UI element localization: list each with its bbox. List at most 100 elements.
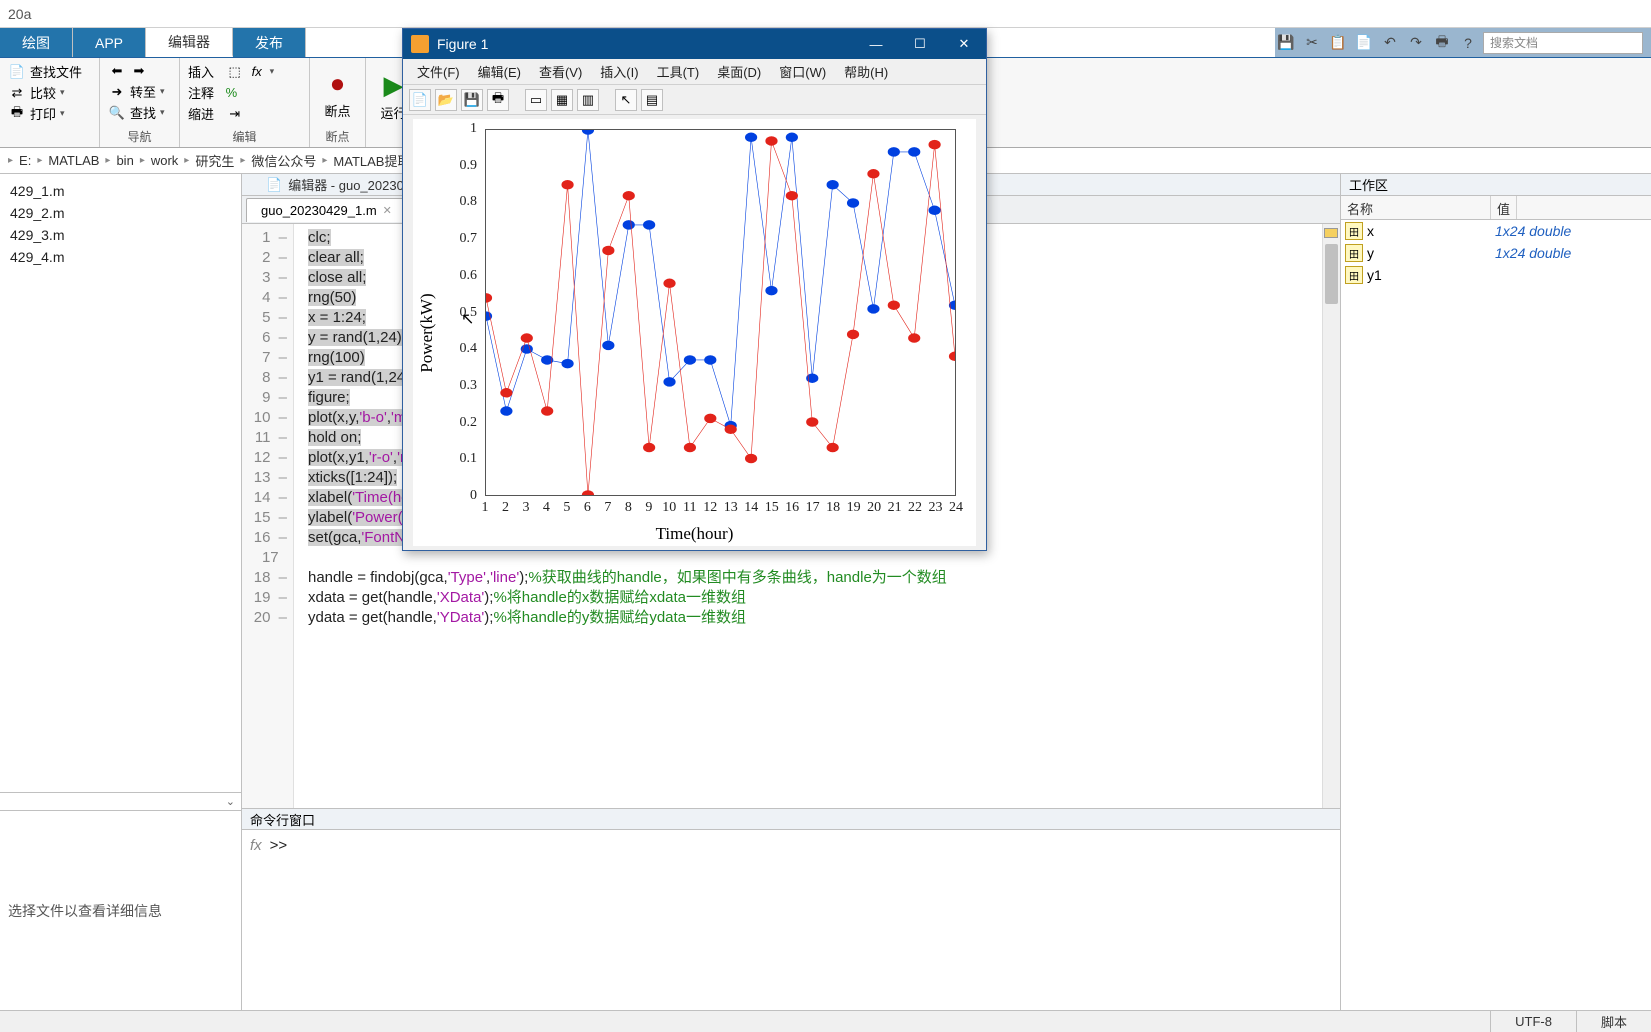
save-icon[interactable]: 💾 [1275,32,1297,54]
undo-icon[interactable]: ↶ [1379,32,1401,54]
open-icon[interactable]: 📂 [435,89,457,111]
comment-button[interactable]: 注释 % [188,83,301,102]
print-icon: 🖶 [8,105,26,123]
goto-icon: ➜ [108,83,126,101]
plot-area [485,129,956,496]
breakpoint-button[interactable]: ● [330,68,346,99]
workspace-col-value[interactable]: 值 [1491,196,1517,219]
print-icon[interactable]: 🖶 [487,89,509,111]
tab-publish[interactable]: 发布 [233,28,306,57]
scrollbar-vertical[interactable] [1322,224,1340,808]
scrollbar-thumb[interactable] [1325,244,1338,304]
workspace-header: 名称 值 [1341,196,1651,220]
file-item[interactable]: 429_3.m [4,224,237,246]
nav-group-label: 导航 [108,126,171,145]
menu-window[interactable]: 窗口(W) [771,60,834,83]
workspace-var[interactable]: 田y1x24 double [1341,242,1651,264]
insert-legend-icon[interactable]: ▤ [641,89,663,111]
pointer-icon[interactable]: ↖ [615,89,637,111]
file-item[interactable]: 429_1.m [4,180,237,202]
find-button[interactable]: 🔍查找▾ [108,103,171,122]
status-encoding: UTF-8 [1490,1011,1576,1032]
menu-file[interactable]: 文件(F) [409,60,468,83]
indent-icon: ⇥ [226,105,244,123]
arrow-left-icon: ⬅ [108,62,126,80]
breadcrumb-item[interactable]: MATLAB [48,153,99,168]
breadcrumb-item[interactable]: work [151,153,178,168]
find-files-button[interactable]: 📄查找文件 [8,62,91,81]
current-folder-pane: 429_1.m 429_2.m 429_3.m 429_4.m ⌄ 选择文件以查… [0,174,242,1010]
file-detail: 选择文件以查看详细信息 [0,810,241,1010]
figure-menubar: 文件(F) 编辑(E) 查看(V) 插入(I) 工具(T) 桌面(D) 窗口(W… [403,59,986,85]
menu-edit[interactable]: 编辑(E) [470,60,529,83]
variable-icon: 田 [1345,266,1363,284]
tool2-icon[interactable]: ▦ [551,89,573,111]
breadcrumb-item[interactable]: 研究生 [195,151,234,170]
copy-icon[interactable]: 📋 [1327,32,1349,54]
figure-title: Figure 1 [437,36,488,52]
variable-icon: 田 [1345,244,1363,262]
figure-toolbar: 📄 📂 💾 🖶 ▭ ▦ ▥ ↖ ▤ [403,85,986,115]
command-window[interactable]: fx>> [242,830,1340,1010]
menu-view[interactable]: 查看(V) [531,60,590,83]
breadcrumb-item[interactable]: bin [116,153,133,168]
insert-button[interactable]: 插入 ⬚fx▾ [188,62,301,81]
title-bar: 20a [0,0,1651,28]
breadcrumb-item[interactable]: E: [19,153,31,168]
search-input[interactable]: 搜索文档 [1483,32,1643,54]
menu-help[interactable]: 帮助(H) [836,60,896,83]
tool3-icon[interactable]: ▥ [577,89,599,111]
collapse-toggle[interactable]: ⌄ [0,792,241,810]
figure-window[interactable]: Figure 1 — ☐ ✕ 文件(F) 编辑(E) 查看(V) 插入(I) 工… [402,28,987,551]
workspace-var[interactable]: 田y1 [1341,264,1651,286]
save-icon[interactable]: 💾 [461,89,483,111]
maximize-button[interactable]: ☐ [898,29,942,59]
workspace-var[interactable]: 田x1x24 double [1341,220,1651,242]
minimize-button[interactable]: — [854,29,898,59]
compare-icon: ⇄ [8,84,26,102]
search-icon: 🔍 [108,104,126,122]
cut-icon[interactable]: ✂ [1301,32,1323,54]
menu-desktop[interactable]: 桌面(D) [709,60,769,83]
workspace-col-name[interactable]: 名称 [1341,196,1491,219]
edit-group-label: 编辑 [188,126,301,145]
chart-xlabel: Time(hour) [413,524,976,544]
breadcrumb-item[interactable]: 微信公众号 [251,151,316,170]
minimap-indicator [1324,228,1338,238]
variable-icon: 田 [1345,222,1363,240]
tab-editor[interactable]: 编辑器 [146,28,233,57]
nav-back-button[interactable]: ⬅➡ [108,62,171,80]
print-icon[interactable]: 🖶 [1431,32,1453,54]
breakpoint-label: 断点 [324,101,350,120]
arrow-right-icon: ➡ [130,62,148,80]
editor-tab[interactable]: guo_20230429_1.m✕ [246,198,407,222]
close-button[interactable]: ✕ [942,29,986,59]
workspace-title: 工作区 [1341,174,1651,196]
new-figure-icon[interactable]: 📄 [409,89,431,111]
fx-prompt-icon: fx [250,837,270,854]
goto-button[interactable]: ➜转至▾ [108,82,171,101]
workspace-pane: 工作区 名称 值 田x1x24 double田y1x24 double田y1 [1341,174,1651,1010]
print-button[interactable]: 🖶打印▾ [8,104,91,123]
app-title: 20a [8,6,31,22]
file-item[interactable]: 429_2.m [4,202,237,224]
compare-button[interactable]: ⇄比较▾ [8,83,91,102]
close-icon[interactable]: ✕ [383,204,392,217]
menu-tools[interactable]: 工具(T) [649,60,708,83]
tab-plot[interactable]: 绘图 [0,28,73,57]
indent-button[interactable]: 缩进 ⇥ [188,104,301,123]
paste-icon[interactable]: 📄 [1353,32,1375,54]
file-item[interactable]: 429_4.m [4,246,237,268]
figure-canvas: Power(kW) 00.10.20.30.40.50.60.70.80.91 … [413,119,976,546]
find-files-icon: 📄 [8,63,26,81]
document-icon: 📄 [266,177,282,193]
figure-titlebar[interactable]: Figure 1 — ☐ ✕ [403,29,986,59]
tool1-icon[interactable]: ▭ [525,89,547,111]
redo-icon[interactable]: ↷ [1405,32,1427,54]
menu-insert[interactable]: 插入(I) [592,60,646,83]
run-button[interactable]: ▶ [383,70,403,101]
status-bar: UTF-8 脚本 [0,1010,1651,1032]
help-icon[interactable]: ? [1457,32,1479,54]
break-group-label: 断点 [325,126,349,145]
tab-app[interactable]: APP [73,28,146,57]
